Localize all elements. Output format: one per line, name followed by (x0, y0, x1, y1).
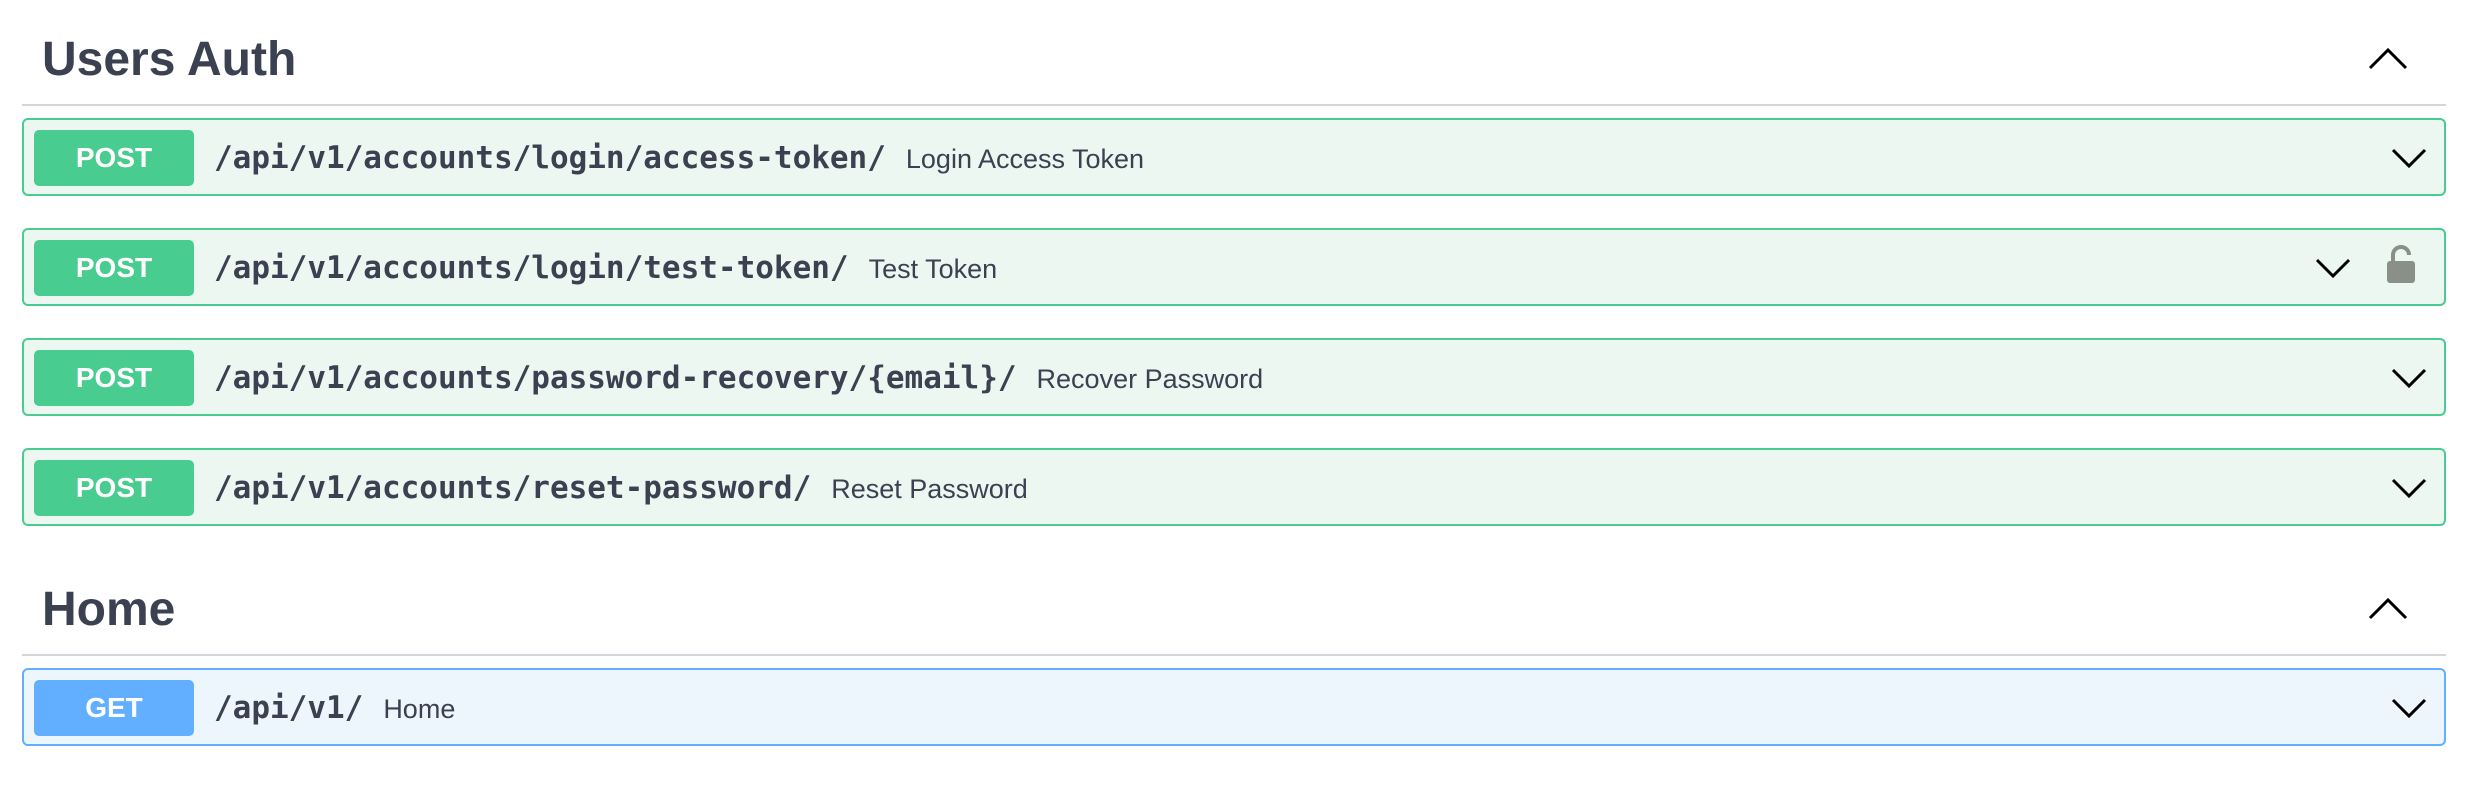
tag-section-home: Home GET /api/v1/ Home (22, 550, 2446, 746)
operation-path: /api/v1/accounts/password-recovery/{emai… (214, 360, 1017, 396)
chevron-up-icon[interactable] (2366, 594, 2410, 624)
method-badge: POST (34, 460, 194, 516)
operation-path: /api/v1/accounts/login/access-token/ (214, 140, 886, 176)
chevron-down-icon[interactable] (2314, 254, 2352, 282)
operation-summary: Recover Password (1036, 364, 1264, 394)
operation-path-line: /api/v1/accounts/reset-password/ Reset P… (214, 469, 1028, 508)
tag-header-home[interactable]: Home (22, 564, 2446, 656)
operation-summary: Login Access Token (905, 144, 1145, 174)
chevron-down-icon[interactable] (2390, 364, 2428, 392)
method-badge: GET (34, 680, 194, 736)
chevron-down-icon[interactable] (2390, 474, 2428, 502)
method-badge: POST (34, 350, 194, 406)
operation-path-line: /api/v1/ Home (214, 689, 455, 728)
operation-summary: Test Token (868, 254, 998, 284)
unlocked-padlock-icon[interactable] (2386, 244, 2416, 284)
operation-summary: Home (383, 694, 456, 724)
method-badge: POST (34, 240, 194, 296)
operation-reset-password[interactable]: POST /api/v1/accounts/reset-password/ Re… (22, 448, 2446, 526)
operation-home[interactable]: GET /api/v1/ Home (22, 668, 2446, 746)
operation-path: /api/v1/accounts/login/test-token/ (214, 250, 849, 286)
swagger-operations-page: Users Auth POST /api/v1/accounts/login/a… (0, 0, 2478, 808)
operation-password-recovery[interactable]: POST /api/v1/accounts/password-recovery/… (22, 338, 2446, 416)
operation-path: /api/v1/ (214, 690, 364, 726)
operation-path-line: /api/v1/accounts/login/access-token/ Log… (214, 139, 1144, 178)
operation-login-test-token[interactable]: POST /api/v1/accounts/login/test-token/ … (22, 228, 2446, 306)
chevron-down-icon[interactable] (2390, 694, 2428, 722)
operation-login-access-token[interactable]: POST /api/v1/accounts/login/access-token… (22, 118, 2446, 196)
chevron-down-icon[interactable] (2390, 144, 2428, 172)
operation-path-line: /api/v1/accounts/password-recovery/{emai… (214, 359, 1263, 398)
tag-header-users-auth[interactable]: Users Auth (22, 14, 2446, 106)
method-badge: POST (34, 130, 194, 186)
tag-section-users-auth: Users Auth POST /api/v1/accounts/login/a… (22, 0, 2446, 526)
operation-path: /api/v1/accounts/reset-password/ (214, 470, 812, 506)
section-title: Users Auth (42, 33, 297, 86)
operation-path-line: /api/v1/accounts/login/test-token/ Test … (214, 249, 997, 288)
operation-summary: Reset Password (831, 474, 1028, 504)
chevron-up-icon[interactable] (2366, 44, 2410, 74)
section-title: Home (42, 583, 176, 636)
